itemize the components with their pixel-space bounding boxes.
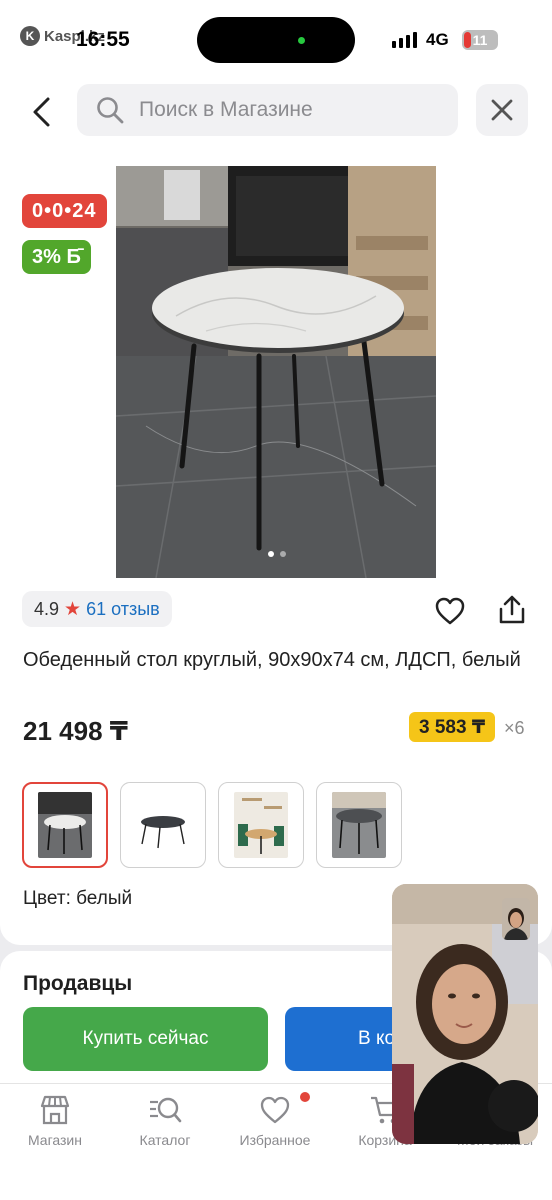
favorite-button[interactable] bbox=[434, 596, 466, 626]
thumb-white-table-kitchen[interactable] bbox=[22, 782, 108, 868]
star-icon: ★ bbox=[64, 598, 82, 620]
network-type: 4G bbox=[426, 30, 449, 49]
reviews-link[interactable]: 61 отзыв bbox=[86, 599, 160, 620]
dark-table-thumbnail-image bbox=[136, 792, 190, 858]
product-photo[interactable] bbox=[116, 166, 436, 578]
search-input[interactable]: Поиск в Магазине bbox=[77, 84, 458, 136]
dynamic-island bbox=[197, 17, 355, 63]
self-view-image bbox=[502, 898, 530, 940]
status-bar: K Kaspi.kz 16:55 4G 11 bbox=[0, 0, 552, 80]
white-table-thumbnail-image bbox=[38, 792, 92, 858]
kaspi-logo-icon: K bbox=[20, 26, 40, 46]
variant-thumbnails bbox=[22, 782, 402, 868]
color-label: Цвет: белый bbox=[23, 888, 133, 909]
search-placeholder: Поиск в Магазине bbox=[139, 98, 313, 121]
nav-label: Каталог bbox=[139, 1132, 191, 1148]
nav-label: Магазин bbox=[27, 1132, 82, 1148]
product-card: 0•0•24 3% Б̄ 4.9 ★ 61 отзыв Обеденный ст… bbox=[0, 150, 552, 945]
installment-price-badge[interactable]: 3 583 ₸ bbox=[409, 712, 496, 742]
video-call-overlay[interactable] bbox=[392, 884, 538, 1144]
thumb-dark-table-product[interactable] bbox=[120, 782, 206, 868]
close-search-button[interactable] bbox=[476, 84, 528, 136]
sellers-heading: Продавцы bbox=[23, 972, 133, 995]
shop-icon bbox=[40, 1095, 70, 1125]
heart-icon bbox=[435, 597, 465, 625]
back-button[interactable] bbox=[28, 96, 56, 128]
catalog-search-icon bbox=[150, 1097, 182, 1123]
search-icon bbox=[97, 97, 124, 124]
room-table-thumbnail-image bbox=[234, 792, 288, 858]
clock: 16:55 bbox=[76, 28, 130, 51]
favorites-notification-dot bbox=[300, 1092, 310, 1102]
battery-level: 11 bbox=[472, 32, 488, 48]
product-title: Обеденный стол круглый, 90x90x74 см, ЛДС… bbox=[23, 649, 521, 671]
share-button[interactable] bbox=[496, 594, 528, 626]
table-photo-image bbox=[116, 166, 436, 578]
signal-icon bbox=[392, 32, 417, 48]
timer-badge: 0•0•24 bbox=[22, 194, 107, 228]
heart-icon bbox=[260, 1096, 290, 1124]
chevron-left-icon bbox=[33, 97, 50, 127]
thumb-grey-table-floor[interactable] bbox=[316, 782, 402, 868]
rating-value: 4.9 bbox=[34, 598, 60, 619]
top-bar: Поиск в Магазине bbox=[0, 80, 552, 150]
nav-item-favorites[interactable]: Избранное bbox=[220, 1094, 330, 1148]
photo-pagination bbox=[268, 551, 286, 557]
buy-now-button[interactable]: Купить сейчас bbox=[23, 1007, 268, 1071]
thumb-table-room[interactable] bbox=[218, 782, 304, 868]
camera-indicator-icon bbox=[298, 37, 305, 44]
close-icon bbox=[491, 99, 513, 121]
product-price: 21 498 ₸ bbox=[23, 716, 128, 746]
self-view-video[interactable] bbox=[502, 898, 530, 940]
pagination-dot bbox=[280, 551, 286, 557]
installment-months: ×6 bbox=[504, 718, 525, 738]
share-icon bbox=[499, 595, 525, 624]
rating-reviews-chip[interactable]: 4.9 ★ 61 отзыв bbox=[22, 591, 172, 627]
nav-item-shop[interactable]: Магазин bbox=[0, 1094, 110, 1148]
bonus-badge: 3% Б̄ bbox=[22, 240, 91, 274]
pagination-dot bbox=[268, 551, 274, 557]
grey-table-thumbnail-image bbox=[332, 792, 386, 858]
nav-item-catalog[interactable]: Каталог bbox=[110, 1094, 220, 1148]
nav-label: Избранное bbox=[239, 1132, 311, 1148]
battery-icon: 11 bbox=[462, 30, 498, 50]
